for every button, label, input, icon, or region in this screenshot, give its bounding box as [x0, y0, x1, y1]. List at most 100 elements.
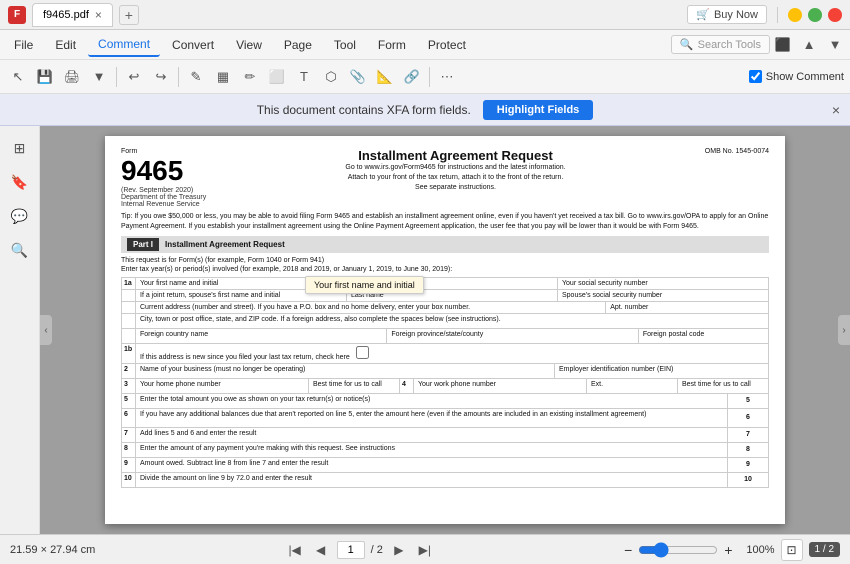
row-8: 8 Enter the amount of any payment you're… [121, 442, 769, 457]
toolbar-more-icon[interactable]: ⋯ [435, 65, 459, 89]
minimize-button[interactable] [788, 8, 802, 22]
zoom-minus-icon[interactable]: − [624, 542, 632, 558]
row-10-cell: Divide the amount on line 9 by 72.0 and … [136, 473, 728, 487]
pdf-container[interactable]: Form 9465 (Rev. September 2020) Departme… [40, 126, 850, 534]
toolbar-sep-2 [178, 67, 179, 87]
row-city-label: City, town or post office, state, and ZI… [140, 316, 764, 323]
row-7-cell: Add lines 5 and 6 and enter the result [136, 428, 728, 442]
cart-icon: 🛒 [696, 8, 710, 21]
part-i-header: Part I Installment Agreement Request [121, 236, 769, 253]
search-tools-box[interactable]: 🔍 Search Tools [671, 35, 770, 54]
toolbar-save-icon[interactable]: 💾 [33, 65, 57, 89]
row-1b-checkbox[interactable] [356, 346, 369, 359]
title-bar-right: 🛒 Buy Now [687, 5, 842, 24]
nav-last-button[interactable]: ▶| [415, 540, 435, 560]
request-desc: This request is for Form(s) (for example… [121, 257, 769, 264]
show-comment-container: Show Comment [749, 70, 844, 83]
row-9-num: 9 [122, 458, 136, 472]
row-7-result: 7 [728, 428, 768, 442]
row-country-label: Foreign country name [140, 331, 382, 338]
toolbar-sep-3 [429, 67, 430, 87]
row-4-best-label: Best time for us to call [682, 381, 764, 388]
menu-convert[interactable]: Convert [162, 34, 224, 56]
zoom-plus-icon[interactable]: + [724, 542, 732, 558]
row-province-cell: Foreign province/state/county [387, 329, 638, 343]
toolbar-shape-icon[interactable]: ⬜ [265, 65, 289, 89]
toolbar-attach-icon[interactable]: 📎 [346, 65, 370, 89]
show-comment-label: Show Comment [766, 71, 844, 83]
row-2-cell: Name of your business (must no longer be… [136, 364, 555, 378]
zoom-slider[interactable] [638, 542, 718, 558]
toolbar: ↖ 💾 🖨 ▼ ↩ ↪ ✎ ▦ ✏ ⬜ T ⬡ 📎 📐 🔗 ⋯ Show Com… [0, 60, 850, 94]
toolbar-comment-icon[interactable]: ✎ [184, 65, 208, 89]
row-1a-num: 1a [122, 278, 136, 289]
main-area: ⊞ 🔖 💬 🔍 ‹ › Form 9465 (Rev. September 20… [0, 126, 850, 534]
menu-edit[interactable]: Edit [45, 34, 86, 56]
row-foreign: Foreign country name Foreign province/st… [121, 328, 769, 343]
panel-bookmark-icon[interactable]: 🔖 [6, 168, 34, 196]
menu-file[interactable]: File [4, 34, 43, 56]
tab-close-icon[interactable]: × [95, 8, 102, 22]
toolbar-draw-icon[interactable]: ✏ [238, 65, 262, 89]
toolbar-print-icon[interactable]: 🖨 [60, 65, 84, 89]
row-4-best-cell: Best time for us to call [678, 379, 768, 393]
highlight-fields-button[interactable]: Highlight Fields [483, 100, 594, 120]
menu-view[interactable]: View [226, 34, 272, 56]
row-1b-text: If this address is new since you filed y… [140, 354, 350, 361]
fit-page-button[interactable]: ⊡ [781, 539, 803, 561]
share-icon[interactable]: ⬛ [772, 34, 794, 56]
menu-tool[interactable]: Tool [324, 34, 366, 56]
panel-pages-icon[interactable]: ⊞ [6, 134, 34, 162]
show-comment-checkbox[interactable] [749, 70, 762, 83]
row-apt-label: Apt. number [610, 304, 764, 311]
row-2-ein-cell: Employer identification number (EIN) [555, 364, 768, 378]
down-icon[interactable]: ▼ [824, 34, 846, 56]
menu-form[interactable]: Form [368, 34, 416, 56]
toolbar-stamp-icon[interactable]: ⬡ [319, 65, 343, 89]
page-number-input[interactable]: 1 [337, 541, 365, 559]
pdf-page: Form 9465 (Rev. September 2020) Departme… [105, 136, 785, 524]
close-button[interactable] [828, 8, 842, 22]
panel-comment-icon[interactable]: 💬 [6, 202, 34, 230]
toolbar-highlight-icon[interactable]: ▦ [211, 65, 235, 89]
menu-page[interactable]: Page [274, 34, 322, 56]
row-1b-num: 1b [122, 344, 136, 363]
up-icon[interactable]: ▲ [798, 34, 820, 56]
scroll-right-handle[interactable]: › [838, 315, 850, 345]
toolbar-measure-icon[interactable]: 📐 [373, 65, 397, 89]
toolbar-link-icon[interactable]: 🔗 [400, 65, 424, 89]
row-address-spacer [122, 302, 136, 313]
toolbar-dropdown-icon[interactable]: ▼ [87, 65, 111, 89]
file-tab[interactable]: f9465.pdf × [32, 3, 113, 27]
buy-now-button[interactable]: 🛒 Buy Now [687, 5, 767, 24]
new-tab-button[interactable]: + [119, 5, 139, 25]
row-3-best-label: Best time for us to call [313, 381, 395, 388]
toolbar-cursor-icon[interactable]: ↖ [6, 65, 30, 89]
row-8-num: 8 [122, 443, 136, 457]
toolbar-redo-icon[interactable]: ↪ [149, 65, 173, 89]
tax-year-desc: Enter tax year(s) or period(s) involved … [121, 266, 769, 273]
row-4-ext-cell: Ext. [587, 379, 678, 393]
row-5: 5 Enter the total amount you owe as show… [121, 393, 769, 408]
xfa-close-icon[interactable]: × [832, 102, 840, 118]
search-icon: 🔍 [680, 38, 694, 51]
tab-filename: f9465.pdf [43, 9, 89, 21]
nav-prev-button[interactable]: ◀ [311, 540, 331, 560]
row-7-text: Add lines 5 and 6 and enter the result [140, 430, 723, 437]
restore-button[interactable] [808, 8, 822, 22]
menu-protect[interactable]: Protect [418, 34, 476, 56]
row-6: 6 If you have any additional balances du… [121, 408, 769, 427]
form-instructions-2: Attach to your front of the tax return, … [214, 173, 697, 183]
scroll-left-handle[interactable]: ‹ [40, 315, 52, 345]
row-apt-cell: Apt. number [606, 302, 768, 313]
toolbar-undo-icon[interactable]: ↩ [122, 65, 146, 89]
bottom-bar: 21.59 × 27.94 cm |◀ ◀ 1 / 2 ▶ ▶| − + 100… [0, 534, 850, 564]
panel-search-icon[interactable]: 🔍 [6, 236, 34, 264]
row-3-home-cell: Your home phone number [136, 379, 309, 393]
row-1b: 1b If this address is new since you file… [121, 343, 769, 363]
nav-next-button[interactable]: ▶ [389, 540, 409, 560]
toolbar-text-icon[interactable]: T [292, 65, 316, 89]
menu-comment[interactable]: Comment [88, 33, 160, 57]
row-postal-cell: Foreign postal code [639, 329, 768, 343]
nav-first-button[interactable]: |◀ [285, 540, 305, 560]
